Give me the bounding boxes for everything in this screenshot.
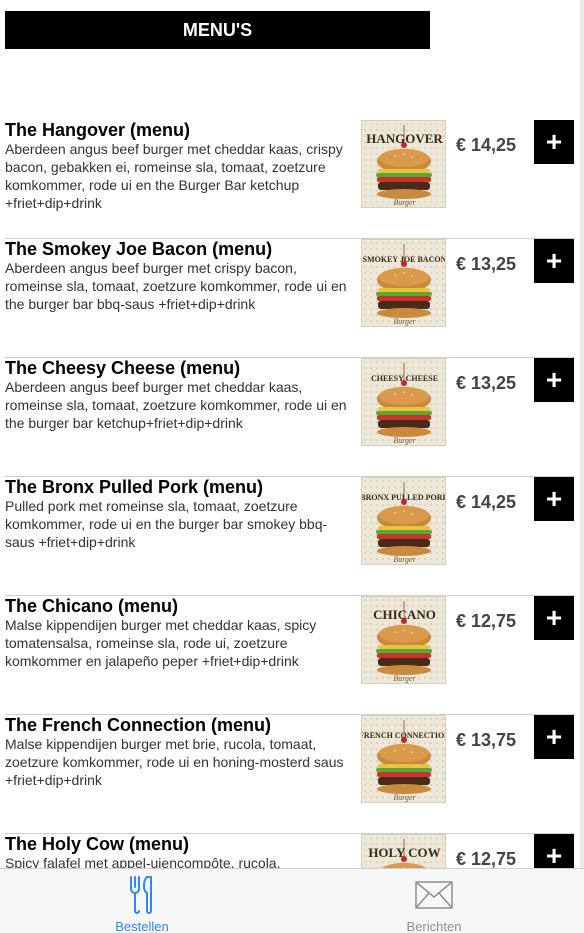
menu-item-title: The Smokey Joe Bacon (menu)	[5, 239, 273, 259]
burger-logo-subtext: Burger	[393, 317, 416, 326]
menu-item: The Holy Cow (menu) Spicy falafel met ap…	[0, 834, 584, 868]
add-to-cart-button[interactable]: +	[534, 596, 574, 640]
burger-logo-text: CHICANO	[373, 607, 436, 622]
add-to-cart-button[interactable]: +	[534, 120, 574, 164]
menu-item-image[interactable]: CHICANO Burger	[361, 596, 446, 684]
menu-item-price: € 12,75	[456, 849, 517, 868]
burger-logo-subtext: Burger	[393, 198, 416, 207]
menu-item: The Hangover (menu) Aberdeen angus beef …	[0, 120, 584, 239]
menu-item: The Smokey Joe Bacon (menu) Aberdeen ang…	[0, 239, 584, 358]
burger-logo-subtext: Burger	[393, 555, 416, 564]
envelope-icon	[415, 881, 453, 914]
add-to-cart-button[interactable]: +	[534, 358, 574, 402]
menu-item-description: Aberdeen angus beef burger met crispy ba…	[5, 260, 347, 312]
burger-logo-text: FRENCH CONNECTION	[362, 731, 446, 740]
menu-item-title: The Holy Cow (menu)	[5, 834, 189, 854]
menu-item-price: € 14,25	[456, 135, 517, 155]
menu-item: The Cheesy Cheese (menu) Aberdeen angus …	[0, 358, 584, 477]
menu-item-description: Aberdeen angus beef burger met cheddar k…	[5, 379, 347, 431]
menu-item: The Chicano (menu) Malse kippendijen bur…	[0, 596, 584, 715]
menu-item-title: The Chicano (menu)	[5, 596, 179, 616]
burger-logo-subtext: Burger	[393, 674, 416, 683]
menu-item-price: € 12,75	[456, 611, 517, 631]
add-to-cart-button[interactable]: +	[534, 715, 574, 759]
fork-knife-icon	[127, 875, 157, 920]
menu-item-description: Pulled pork met romeinse sla, tomaat, zo…	[5, 498, 328, 550]
add-to-cart-button[interactable]: +	[534, 239, 574, 283]
menu-item-description: Malse kippendijen burger met cheddar kaa…	[5, 617, 317, 669]
menu-item-price: € 13,25	[456, 254, 517, 274]
menu-item-description: Spicy falafel met appel-uiencompôte, ruc…	[5, 855, 281, 868]
menu-item-title: The Bronx Pulled Pork (menu)	[5, 477, 264, 497]
page-title-bar: MENU'S	[5, 11, 430, 49]
tab-bar: Bestellen Berichten	[0, 868, 584, 933]
menu-item-price: € 13,75	[456, 730, 517, 750]
menu-item-image[interactable]: BRONX PULLED PORK Burger	[361, 477, 446, 565]
menu-list[interactable]: The Hangover (menu) Aberdeen angus beef …	[0, 120, 584, 868]
tab-berichten[interactable]: Berichten	[334, 869, 534, 933]
menu-item-price: € 13,25	[456, 373, 517, 393]
menu-item: The Bronx Pulled Pork (menu) Pulled pork…	[0, 477, 584, 596]
menu-item: The French Connection (menu) Malse kippe…	[0, 715, 584, 834]
menu-item-image[interactable]: HANGOVER Burger	[361, 120, 446, 208]
menu-item-image[interactable]: HOLY COW Burger	[361, 834, 446, 868]
add-to-cart-button[interactable]: +	[534, 834, 574, 868]
menu-item-title: The French Connection (menu)	[5, 715, 272, 735]
tab-bestellen[interactable]: Bestellen	[42, 869, 242, 933]
tab-label: Bestellen	[115, 919, 169, 933]
burger-logo-text: SMOKEY JOE BACON	[363, 255, 446, 264]
tab-label: Berichten	[406, 919, 462, 933]
burger-logo-text: HANGOVER	[366, 131, 443, 146]
burger-logo-subtext: Burger	[393, 793, 416, 802]
menu-item-title: The Cheesy Cheese (menu)	[5, 358, 241, 378]
page-title: MENU'S	[182, 19, 253, 40]
menu-item-image[interactable]: SMOKEY JOE BACON Burger	[361, 239, 446, 327]
menu-item-description: Aberdeen angus beef burger met cheddar k…	[5, 141, 343, 211]
menu-item-image[interactable]: FRENCH CONNECTION Burger	[361, 715, 446, 803]
burger-logo-text: HOLY COW	[368, 845, 440, 860]
menu-item-title: The Hangover (menu)	[5, 120, 191, 140]
menu-item-image[interactable]: CHEESY CHEESE Burger	[361, 358, 446, 446]
menu-item-description: Malse kippendijen burger met brie, rucol…	[5, 736, 344, 788]
menu-item-price: € 14,25	[456, 492, 517, 512]
add-to-cart-button[interactable]: +	[534, 477, 574, 521]
burger-logo-text: CHEESY CHEESE	[371, 374, 438, 383]
burger-logo-subtext: Burger	[393, 436, 416, 445]
burger-logo-text: BRONX PULLED PORK	[362, 493, 446, 502]
